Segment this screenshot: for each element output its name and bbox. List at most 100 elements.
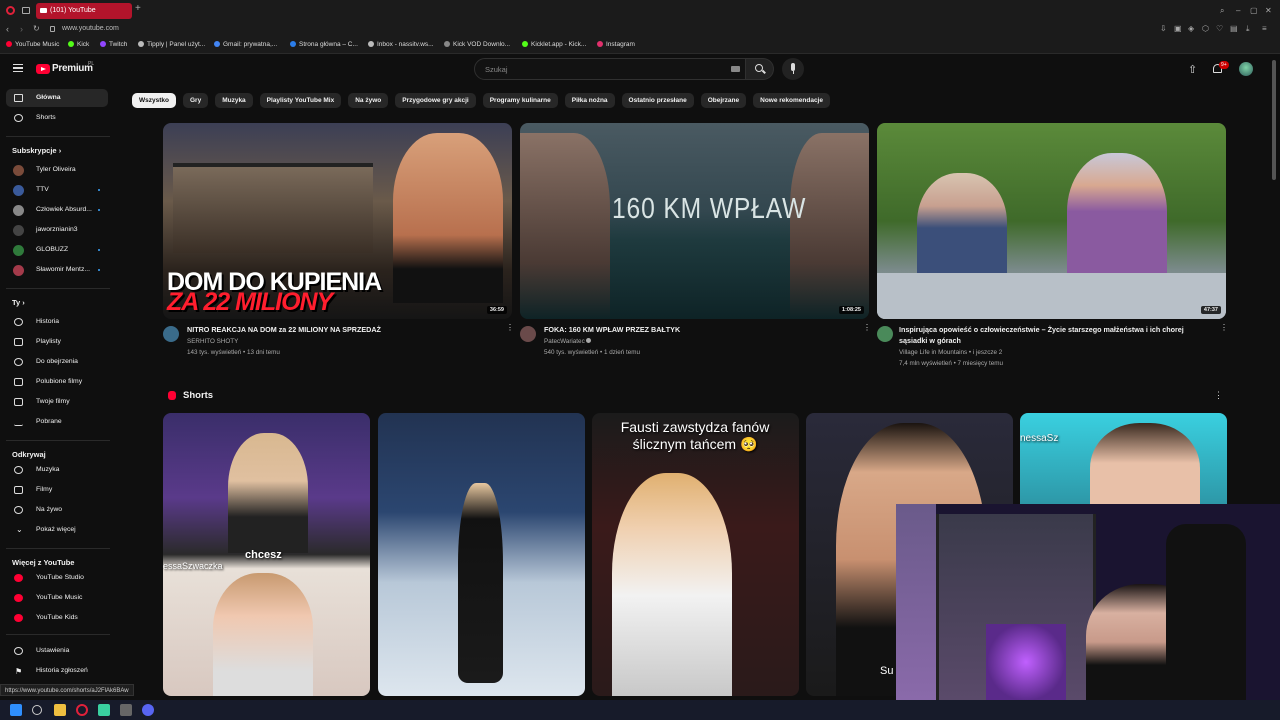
channel-name[interactable]: SERHITO SHOTY [187,337,238,347]
app-icon[interactable] [98,704,110,716]
short-thumbnail[interactable]: essaSzwaczka chcesz [163,413,370,696]
sidebar-item-muzyka[interactable]: Muzyka [6,461,108,479]
bookmark-kicklet[interactable]: Kicklet.app - Kick... [522,41,586,48]
chip-muzyka[interactable]: Muzyka [215,93,253,108]
sidebar-sub-ttv[interactable]: TTV [6,181,108,199]
taskbar-search-icon[interactable] [32,705,42,715]
app-icon-2[interactable] [120,704,132,716]
channel-name[interactable]: Village Life in Mountains • i jeszcze 2 [899,348,1002,358]
chip-programy-kulinarne[interactable]: Programy kulinarne [482,93,558,108]
bookmark-kick-vod[interactable]: Kick VOD Downlo... [444,41,510,48]
channel-avatar[interactable] [520,326,536,342]
video-title[interactable]: FOKA: 160 KM WPŁAW PRZEZ BAŁTYK [544,325,680,335]
sidebar-item-na-zywo[interactable]: Na żywo [6,501,108,519]
windows-start-icon[interactable] [10,704,22,716]
snapshot-icon[interactable]: ▣ [1174,24,1182,33]
channel-avatar[interactable] [877,326,893,342]
upload-icon[interactable]: ⇧ [1188,63,1197,76]
video-thumbnail[interactable]: DOM DO KUPIENIA ZA 22 MILIONY 36:59 [163,123,512,319]
video-thumbnail[interactable]: 160 KM WPŁAW 1:08:25 [520,123,869,319]
more-options-icon[interactable]: ⋮ [506,324,514,332]
search-button[interactable] [746,58,774,80]
new-tab-button[interactable]: + [135,3,141,14]
opera-logo-icon[interactable] [6,6,15,15]
video-thumbnail[interactable]: 47:37 [877,123,1226,319]
short-thumbnail[interactable] [378,413,585,696]
sidebar-sub-jaworznianin3[interactable]: jaworznianin3 [6,221,108,239]
sidebar-item-filmy[interactable]: Filmy [6,481,108,499]
bookmark-strona-glowna[interactable]: Strona główna – C... [290,41,358,48]
minimize-button[interactable]: – [1236,6,1240,15]
video-title-line1[interactable]: Inspirująca opowieść o człowieczeństwie … [899,325,1184,335]
bookmark-twitch[interactable]: Twitch [100,41,127,48]
shield-icon[interactable]: ◈ [1188,24,1194,33]
video-title[interactable]: NITRO REAKCJA NA DOM za 22 MILIONY NA SP… [187,325,381,335]
sidebar-item-polubione[interactable]: Polubione filmy [6,373,108,391]
bookmark-instagram[interactable]: Instagram [597,41,635,48]
subscriptions-header[interactable]: Subskrypcje › [12,146,61,155]
sidebar-item-pokaz-wiecej[interactable]: ⌄ Pokaż więcej [6,521,108,539]
more-options-icon[interactable]: ⋮ [1220,324,1228,332]
close-window-button[interactable]: ✕ [1265,6,1272,15]
downloads-icon[interactable]: ⤓ [1246,24,1250,34]
opera-gx-icon[interactable] [76,704,88,716]
heart-icon[interactable]: ♡ [1216,24,1223,33]
wallet-icon[interactable]: ▤ [1230,24,1238,33]
video-title-line2[interactable]: sąsiadki w górach [899,336,961,346]
workspaces-icon[interactable] [22,7,30,14]
chip-gry[interactable]: Gry [182,93,209,108]
sidebar-item-youtube-music[interactable]: YouTube Music [6,589,108,607]
channel-name[interactable]: PatecWariatec [544,337,592,347]
forward-icon[interactable]: › [20,24,23,34]
search-tabs-icon[interactable]: ⌕ [1220,6,1224,16]
short-thumbnail[interactable]: Fausti zawstydza fanów ślicznym tańcem 🥺 [592,413,799,696]
sidebar-item-historia[interactable]: Historia [6,313,108,331]
maximize-button[interactable]: ▢ [1250,6,1258,15]
hamburger-menu-icon[interactable] [13,64,23,72]
back-icon[interactable]: ‹ [6,24,9,34]
reload-icon[interactable]: ↻ [33,24,40,33]
youtube-logo-icon[interactable] [36,64,50,74]
bookmark-youtube-music[interactable]: YouTube Music [6,41,59,48]
keyboard-icon[interactable] [731,66,740,72]
page-scrollbar[interactable] [1272,60,1276,180]
channel-avatar[interactable] [163,326,179,342]
bookmark-tipply[interactable]: Tipply | Panel użyt... [138,41,205,48]
sidebar-item-youtube-kids[interactable]: YouTube Kids [6,609,108,627]
file-explorer-icon[interactable] [54,704,66,716]
voice-search-button[interactable] [782,58,804,80]
bookmark-gmail[interactable]: Gmail: prywatna,... [214,41,277,48]
sidebar-sub-slawomir-mentzen[interactable]: Sławomir Mentz... [6,261,108,279]
shorts-more-options-icon[interactable]: ⋮ [1214,390,1223,401]
sidebar-item-historia-zgloszen[interactable]: ⚑ Historia zgłoszeń [6,662,108,680]
sidebar-item-do-obejrzenia[interactable]: Do obejrzenia [6,353,108,371]
download-icon[interactable]: ⇩ [1160,24,1167,33]
chip-na-zywo[interactable]: Na żywo [348,93,389,108]
chip-obejrzane[interactable]: Obejrzane [700,93,747,108]
sidebar-sub-globuzz[interactable]: GLOBUZZ [6,241,108,259]
chip-przygodowe-gry[interactable]: Przygodowe gry akcji [395,93,476,108]
sidebar-item-playlisty[interactable]: Playlisty [6,333,108,351]
chip-ostatnio-przeslane[interactable]: Ostatnio przesłane [621,93,694,108]
youtube-logo-text[interactable]: Premium [52,63,93,74]
discord-icon[interactable] [142,704,154,716]
chip-wszystko[interactable]: Wszystko [132,93,176,108]
menu-icon[interactable]: ≡ [1262,24,1267,33]
url-field[interactable]: www.youtube.com [62,25,119,32]
sidebar-item-glowna[interactable]: Główna [6,89,108,107]
sidebar-item-ustawienia[interactable]: Ustawienia [6,642,108,660]
sidebar-item-pobrane[interactable]: Pobrane [6,413,108,431]
sidebar-item-twoje-filmy[interactable]: Twoje filmy [6,393,108,411]
you-header[interactable]: Ty › [12,298,25,307]
sidebar-sub-tyler-oliveira[interactable]: Tyler Oliveira [6,161,108,179]
sidebar-sub-czlowiek-absurd[interactable]: Człowiek Absurd... [6,201,108,219]
chip-playlisty-mix[interactable]: Playlisty YouTube Mix [259,93,342,108]
chip-nowe-rekomendacje[interactable]: Nowe rekomendacje [753,93,830,108]
sidebar-item-youtube-studio[interactable]: YouTube Studio [6,569,108,587]
chip-pilka-nozna[interactable]: Piłka nożna [564,93,615,108]
sidebar-item-shorts[interactable]: Shorts [6,109,108,127]
bookmark-kick[interactable]: Kick [68,41,89,48]
tab-youtube[interactable]: (101) YouTube [36,3,132,19]
extensions-icon[interactable]: ⬡ [1202,24,1209,33]
avatar[interactable] [1239,62,1253,76]
